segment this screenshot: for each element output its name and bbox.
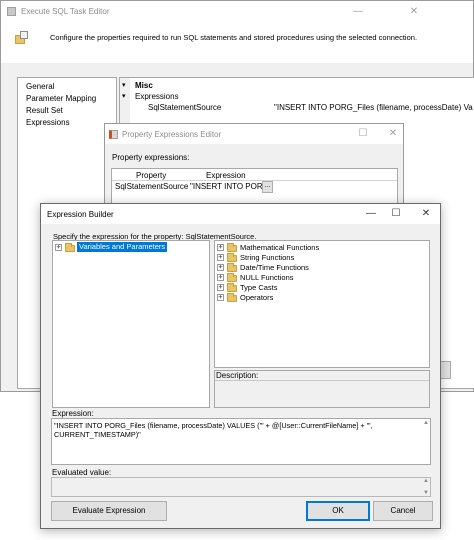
ellipsis-button[interactable]: ... bbox=[262, 181, 273, 193]
title-bar: Property Expressions Editor ☐ ✕ bbox=[105, 124, 403, 144]
folder-icon bbox=[227, 243, 237, 252]
evaluate-expression-button[interactable]: Evaluate Expression bbox=[51, 501, 167, 521]
expand-icon[interactable]: + bbox=[217, 254, 224, 261]
window-title: Expression Builder bbox=[47, 210, 114, 219]
nav-item-general[interactable]: General bbox=[26, 82, 54, 91]
window-title: Property Expressions Editor bbox=[122, 130, 222, 139]
folder-icon bbox=[227, 253, 237, 262]
column-header-expression: Expression bbox=[206, 171, 246, 180]
variables-tree: + Variables and Parameters bbox=[52, 240, 210, 408]
expand-icon[interactable]: + bbox=[217, 284, 224, 291]
description-text: Configure the properties required to run… bbox=[50, 33, 418, 42]
tree-node-label: NULL Functions bbox=[240, 273, 294, 282]
description-content bbox=[215, 380, 429, 407]
row-expression[interactable]: "INSERT INTO POR... bbox=[190, 182, 269, 191]
nav-item-result-set[interactable]: Result Set bbox=[26, 106, 63, 115]
cancel-button[interactable]: Cancel bbox=[373, 501, 433, 521]
expressions-property: Expressions bbox=[135, 92, 179, 101]
tree-node-label: Mathematical Functions bbox=[240, 243, 320, 252]
folder-icon bbox=[227, 283, 237, 292]
description-box: Description: bbox=[214, 370, 430, 408]
app-icon bbox=[109, 130, 118, 139]
folder-icon bbox=[227, 273, 237, 282]
column-header-property: Property bbox=[136, 171, 167, 180]
tree-node-operators[interactable]: + Operators bbox=[217, 293, 417, 303]
header-area: Configure the properties required to run… bbox=[1, 23, 473, 63]
row-property[interactable]: SqlStatementSource bbox=[115, 182, 188, 191]
evaluated-value-box: ▲ ▼ bbox=[51, 477, 431, 497]
maximize-button[interactable]: ☐ bbox=[389, 207, 403, 221]
expression-label: Expression: bbox=[52, 409, 94, 418]
tree-node-label: Date/Time Functions bbox=[240, 263, 309, 272]
nav-item-parameter-mapping[interactable]: Parameter Mapping bbox=[26, 94, 96, 103]
tree-node-null-functions[interactable]: + NULL Functions bbox=[217, 273, 417, 283]
minimize-button[interactable]: — bbox=[351, 5, 365, 19]
grid-header-divider bbox=[112, 180, 397, 181]
scroll-down-icon[interactable]: ▼ bbox=[423, 490, 429, 496]
collapse-misc-icon[interactable]: ▾ bbox=[122, 81, 126, 89]
expression-line-2: CURRENT_TIMESTAMP)" bbox=[54, 430, 141, 439]
collapse-expressions-icon[interactable]: ▾ bbox=[122, 92, 126, 100]
title-bar: Expression Builder — ☐ ✕ bbox=[41, 204, 440, 224]
title-bar: Execute SQL Task Editor — ✕ bbox=[1, 1, 473, 23]
close-button[interactable]: ✕ bbox=[386, 127, 400, 141]
folder-icon bbox=[227, 263, 237, 272]
tree-node-type-casts[interactable]: + Type Casts bbox=[217, 283, 417, 293]
property-name: SqlStatementSource bbox=[148, 103, 222, 112]
tree-node-label: Operators bbox=[240, 293, 274, 302]
functions-tree: + Mathematical Functions + String Functi… bbox=[214, 240, 430, 368]
nav-item-expressions[interactable]: Expressions bbox=[26, 118, 70, 127]
expand-icon[interactable]: + bbox=[217, 244, 224, 251]
expand-icon[interactable]: + bbox=[217, 274, 224, 281]
maximize-button[interactable]: ☐ bbox=[356, 127, 370, 141]
ok-button[interactable]: OK bbox=[306, 501, 370, 521]
tree-node-label: Variables and Parameters bbox=[77, 242, 168, 252]
folder-icon bbox=[65, 243, 75, 252]
scroll-up-icon[interactable]: ▲ bbox=[423, 420, 429, 426]
close-button[interactable]: ✕ bbox=[407, 5, 421, 19]
expand-icon[interactable]: + bbox=[217, 264, 224, 271]
property-value[interactable]: "INSERT INTO PORG_Files (filename, proce… bbox=[274, 103, 474, 112]
folder-icon bbox=[227, 293, 237, 302]
window-title: Execute SQL Task Editor bbox=[21, 7, 110, 16]
close-button[interactable]: ✕ bbox=[419, 207, 433, 221]
expand-icon[interactable]: + bbox=[217, 294, 224, 301]
tree-node-string-functions[interactable]: + String Functions bbox=[217, 253, 417, 263]
tree-node-variables[interactable]: + Variables and Parameters bbox=[55, 242, 168, 253]
expression-line-1: "INSERT INTO PORG_Files (filename, proce… bbox=[54, 421, 373, 430]
task-icon bbox=[15, 31, 29, 45]
description-label: Description: bbox=[216, 371, 259, 380]
misc-category: Misc bbox=[135, 81, 153, 90]
evaluated-value-label: Evaluated value: bbox=[52, 468, 112, 477]
expand-icon[interactable]: + bbox=[55, 244, 62, 251]
tree-node-datetime-functions[interactable]: + Date/Time Functions bbox=[217, 263, 417, 273]
scroll-up-icon[interactable]: ▲ bbox=[423, 478, 429, 484]
app-icon bbox=[7, 7, 16, 16]
property-expressions-editor-window: Property Expressions Editor ☐ ✕ Property… bbox=[104, 123, 404, 213]
expression-textbox[interactable]: "INSERT INTO PORG_Files (filename, proce… bbox=[51, 418, 431, 465]
tree-node-mathematical-functions[interactable]: + Mathematical Functions bbox=[217, 243, 417, 253]
tree-node-label: Type Casts bbox=[240, 283, 278, 292]
tree-node-label: String Functions bbox=[240, 253, 295, 262]
expression-builder-window: Expression Builder — ☐ ✕ Specify the exp… bbox=[40, 203, 441, 529]
property-expressions-label: Property expressions: bbox=[112, 153, 190, 162]
minimize-button[interactable]: — bbox=[364, 207, 378, 221]
